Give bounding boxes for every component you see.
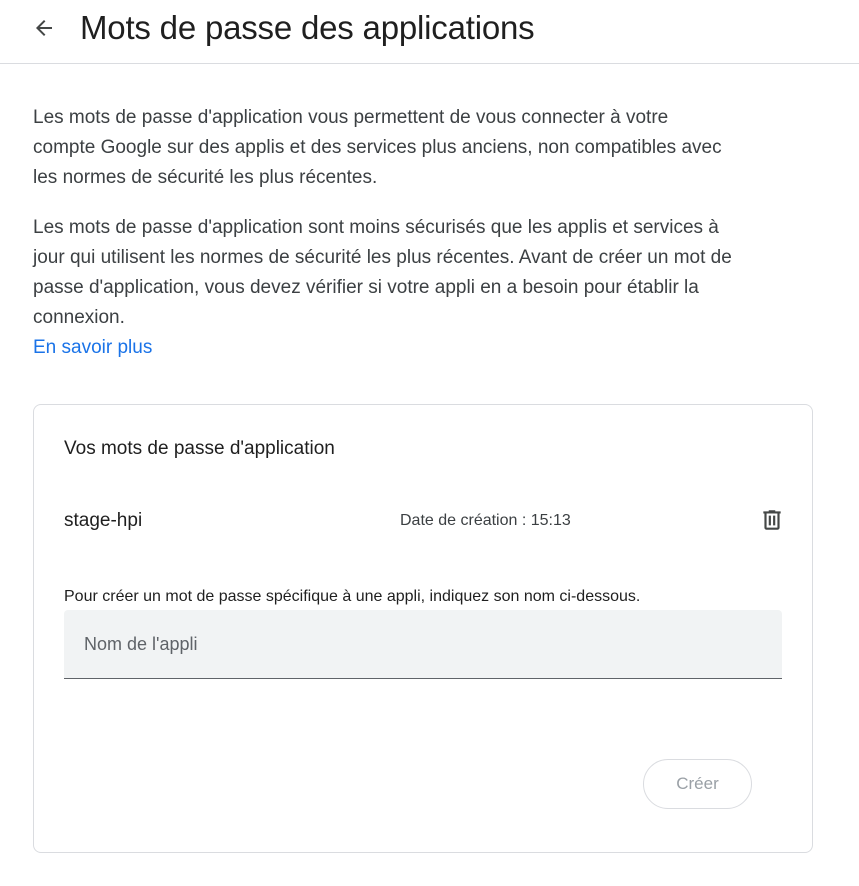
create-hint: Pour créer un mot de passe spécifique à … (64, 588, 641, 605)
trash-icon (763, 510, 781, 530)
delete-button[interactable] (752, 500, 792, 540)
card-title: Vos mots de passe d'application (64, 438, 335, 459)
app-password-created: Date de création : 15:13 (400, 512, 571, 529)
app-name-field (64, 610, 782, 679)
app-password-name: stage-hpi (64, 510, 143, 531)
app-password-row: stage-hpi Date de création : 15:13 (64, 504, 784, 538)
app-name-input[interactable] (64, 610, 782, 678)
arrow-back-icon (36, 20, 52, 36)
back-button[interactable] (24, 8, 64, 48)
app-passwords-card: Vos mots de passe d'application stage-hp… (33, 404, 813, 853)
page-title: Mots de passe des applications (80, 9, 535, 46)
create-button[interactable]: Créer (643, 759, 752, 809)
intro-paragraph-2-text: Les mots de passe d'application sont moi… (33, 217, 732, 328)
learn-more-link[interactable]: En savoir plus (33, 333, 152, 363)
intro-paragraph-2: Les mots de passe d'application sont moi… (33, 213, 733, 363)
intro-paragraph-1: Les mots de passe d'application vous per… (33, 107, 722, 188)
intro-section: Les mots de passe d'application vous per… (33, 103, 733, 363)
top-bar: Mots de passe des applications (0, 0, 859, 64)
